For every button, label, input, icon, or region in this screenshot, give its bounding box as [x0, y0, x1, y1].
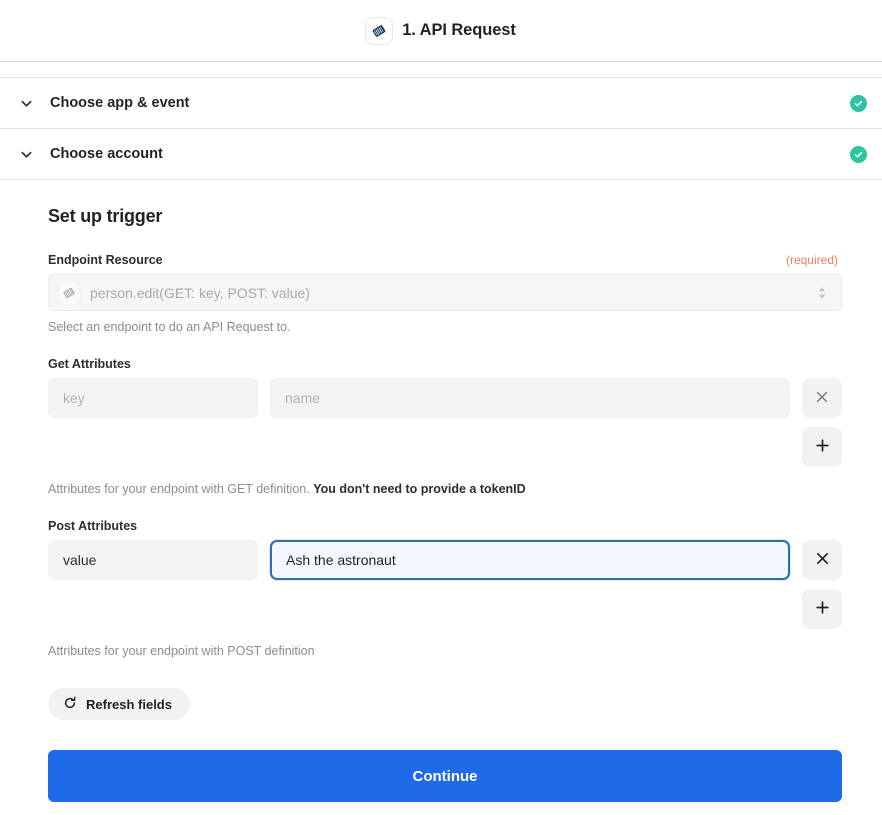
select-stepper-icon[interactable] — [813, 285, 831, 301]
post-attributes-block: Post Attributes value Ash the astronaut — [48, 519, 842, 658]
page-title: 1. API Request — [402, 21, 516, 39]
add-post-attribute-button[interactable] — [802, 589, 842, 629]
post-attribute-add-row — [48, 589, 842, 629]
post-attribute-key-input[interactable]: value — [48, 540, 258, 580]
get-attributes-help-text: Attributes for your endpoint with GET de… — [48, 482, 842, 496]
get-attributes-block: Get Attributes key name Attributes for y… — [48, 357, 842, 496]
get-attribute-row: key name — [48, 378, 842, 418]
complete-check-icon — [850, 94, 867, 112]
get-attribute-value-input[interactable]: name — [270, 378, 790, 418]
post-attributes-label: Post Attributes — [48, 519, 138, 533]
get-attribute-add-row — [48, 427, 842, 467]
section-title: Set up trigger — [48, 206, 163, 226]
post-attribute-value-input[interactable]: Ash the astronaut — [270, 540, 790, 580]
sidebar-item-choose-account[interactable]: Choose account — [0, 129, 882, 180]
accordion-label: Choose account — [50, 146, 163, 162]
refresh-icon — [63, 696, 77, 713]
endpoint-label-row: Endpoint Resource (required) — [48, 253, 842, 267]
get-attributes-label: Get Attributes — [48, 357, 131, 371]
add-get-attribute-button[interactable] — [802, 427, 842, 467]
required-badge: (required) — [785, 253, 838, 267]
post-attribute-key-value: value — [63, 552, 97, 568]
refresh-fields-button[interactable]: Refresh fields — [48, 688, 190, 720]
endpoint-resource-label: Endpoint Resource — [48, 253, 163, 267]
remove-post-attribute-button[interactable] — [802, 540, 842, 580]
get-attribute-key-placeholder: key — [63, 390, 85, 406]
plus-icon — [814, 437, 831, 457]
post-attribute-value-text: Ash the astronaut — [286, 552, 396, 568]
get-attributes-help-normal: Attributes for your endpoint with GET de… — [48, 482, 310, 496]
endpoint-help-text: Select an endpoint to do an API Request … — [48, 320, 291, 334]
accordion-label: Choose app & event — [50, 95, 190, 111]
sidebar-item-choose-app-event[interactable]: Choose app & event — [0, 78, 882, 129]
post-attribute-row: value Ash the astronaut — [48, 540, 842, 580]
post-attributes-help-text: Attributes for your endpoint with POST d… — [48, 644, 315, 658]
step-header: 1. API Request — [0, 0, 882, 62]
setup-trigger-panel: Set up trigger Endpoint Resource (requir… — [0, 180, 882, 802]
continue-button[interactable]: Continue — [48, 750, 842, 802]
endpoint-resource-select[interactable]: person.edit(GET: key, POST: value) — [48, 274, 842, 311]
api-app-icon — [366, 17, 393, 44]
header-divider-gap — [0, 62, 882, 78]
get-attribute-key-input[interactable]: key — [48, 378, 258, 418]
close-icon — [814, 550, 831, 570]
plus-icon — [814, 599, 831, 619]
chevron-down-icon[interactable] — [12, 89, 40, 117]
get-attribute-value-placeholder: name — [285, 390, 321, 406]
close-icon — [814, 389, 830, 408]
endpoint-resource-value: person.edit(GET: key, POST: value) — [90, 284, 310, 301]
api-app-icon — [58, 281, 80, 304]
chevron-down-icon[interactable] — [12, 140, 40, 168]
complete-check-icon — [850, 145, 867, 163]
get-attributes-help-bold: You don't need to provide a tokenID — [313, 482, 526, 496]
refresh-fields-label: Refresh fields — [86, 696, 172, 712]
remove-get-attribute-button[interactable] — [802, 378, 842, 418]
